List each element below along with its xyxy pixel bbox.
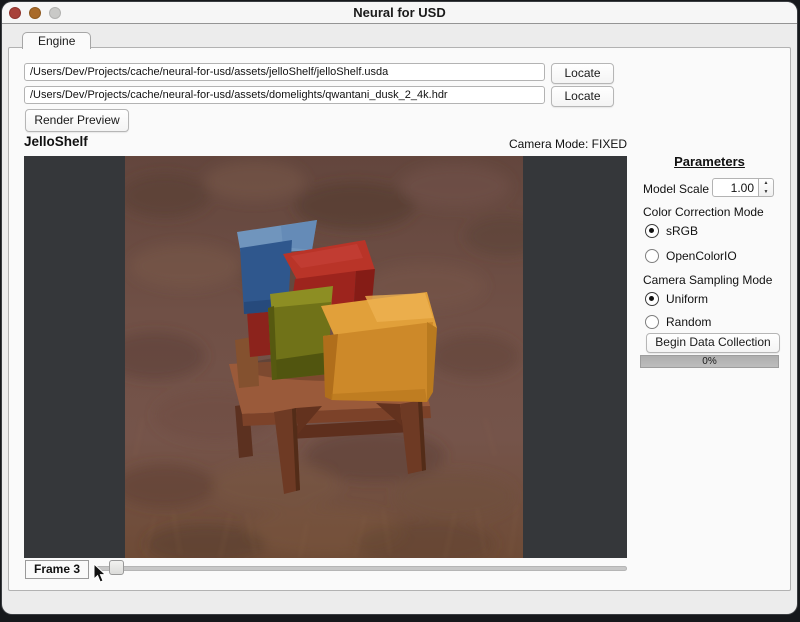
render-image [125, 156, 523, 558]
model-scale-input[interactable] [712, 178, 759, 197]
usd-path-input[interactable] [24, 63, 545, 81]
radio-row-uniform[interactable]: Uniform [645, 292, 708, 306]
color-correction-label: Color Correction Mode [643, 205, 764, 219]
camera-mode-label: Camera Mode: FIXED [509, 137, 627, 151]
frame-slider[interactable] [96, 560, 627, 577]
parameters-heading: Parameters [640, 154, 779, 169]
tab-engine[interactable]: Engine [22, 32, 91, 49]
model-scale-label: Model Scale [643, 182, 709, 196]
app-window: Neural for USD Engine Locate Locate Rend… [2, 2, 797, 614]
stepper-down-icon[interactable]: ▼ [759, 188, 773, 197]
progress-percent-label: 0% [641, 356, 778, 368]
window-title: Neural for USD [2, 5, 797, 20]
model-scale-stepper[interactable]: ▲ ▼ [759, 178, 774, 197]
progress-bar: 0% [640, 355, 779, 368]
mouse-cursor-icon [93, 564, 107, 584]
radio-random-label: Random [666, 315, 711, 329]
slider-handle[interactable] [109, 560, 124, 575]
stepper-up-icon[interactable]: ▲ [759, 179, 773, 188]
frame-label: Frame 3 [25, 560, 89, 579]
render-preview-button[interactable]: Render Preview [25, 109, 129, 132]
radio-row-opencolorio[interactable]: OpenColorIO [645, 249, 737, 263]
camera-sampling-label: Camera Sampling Mode [643, 273, 772, 287]
locate-hdr-button[interactable]: Locate [551, 86, 614, 107]
radio-opencolorio[interactable] [645, 249, 659, 263]
render-viewport[interactable] [24, 156, 627, 558]
locate-usd-button[interactable]: Locate [551, 63, 614, 84]
radio-srgb[interactable] [645, 224, 659, 238]
radio-row-srgb[interactable]: sRGB [645, 224, 698, 238]
slider-groove[interactable] [96, 566, 627, 571]
scene-name-label: JelloShelf [24, 134, 88, 149]
radio-random[interactable] [645, 315, 659, 329]
radio-opencolorio-label: OpenColorIO [666, 249, 737, 263]
radio-srgb-label: sRGB [666, 224, 698, 238]
radio-uniform-label: Uniform [666, 292, 708, 306]
radio-uniform[interactable] [645, 292, 659, 306]
radio-row-random[interactable]: Random [645, 315, 711, 329]
title-bar: Neural for USD [2, 2, 797, 24]
model-scale-spinbox[interactable]: ▲ ▼ [712, 178, 778, 197]
hdr-path-input[interactable] [24, 86, 545, 104]
begin-data-collection-button[interactable]: Begin Data Collection [646, 333, 780, 353]
